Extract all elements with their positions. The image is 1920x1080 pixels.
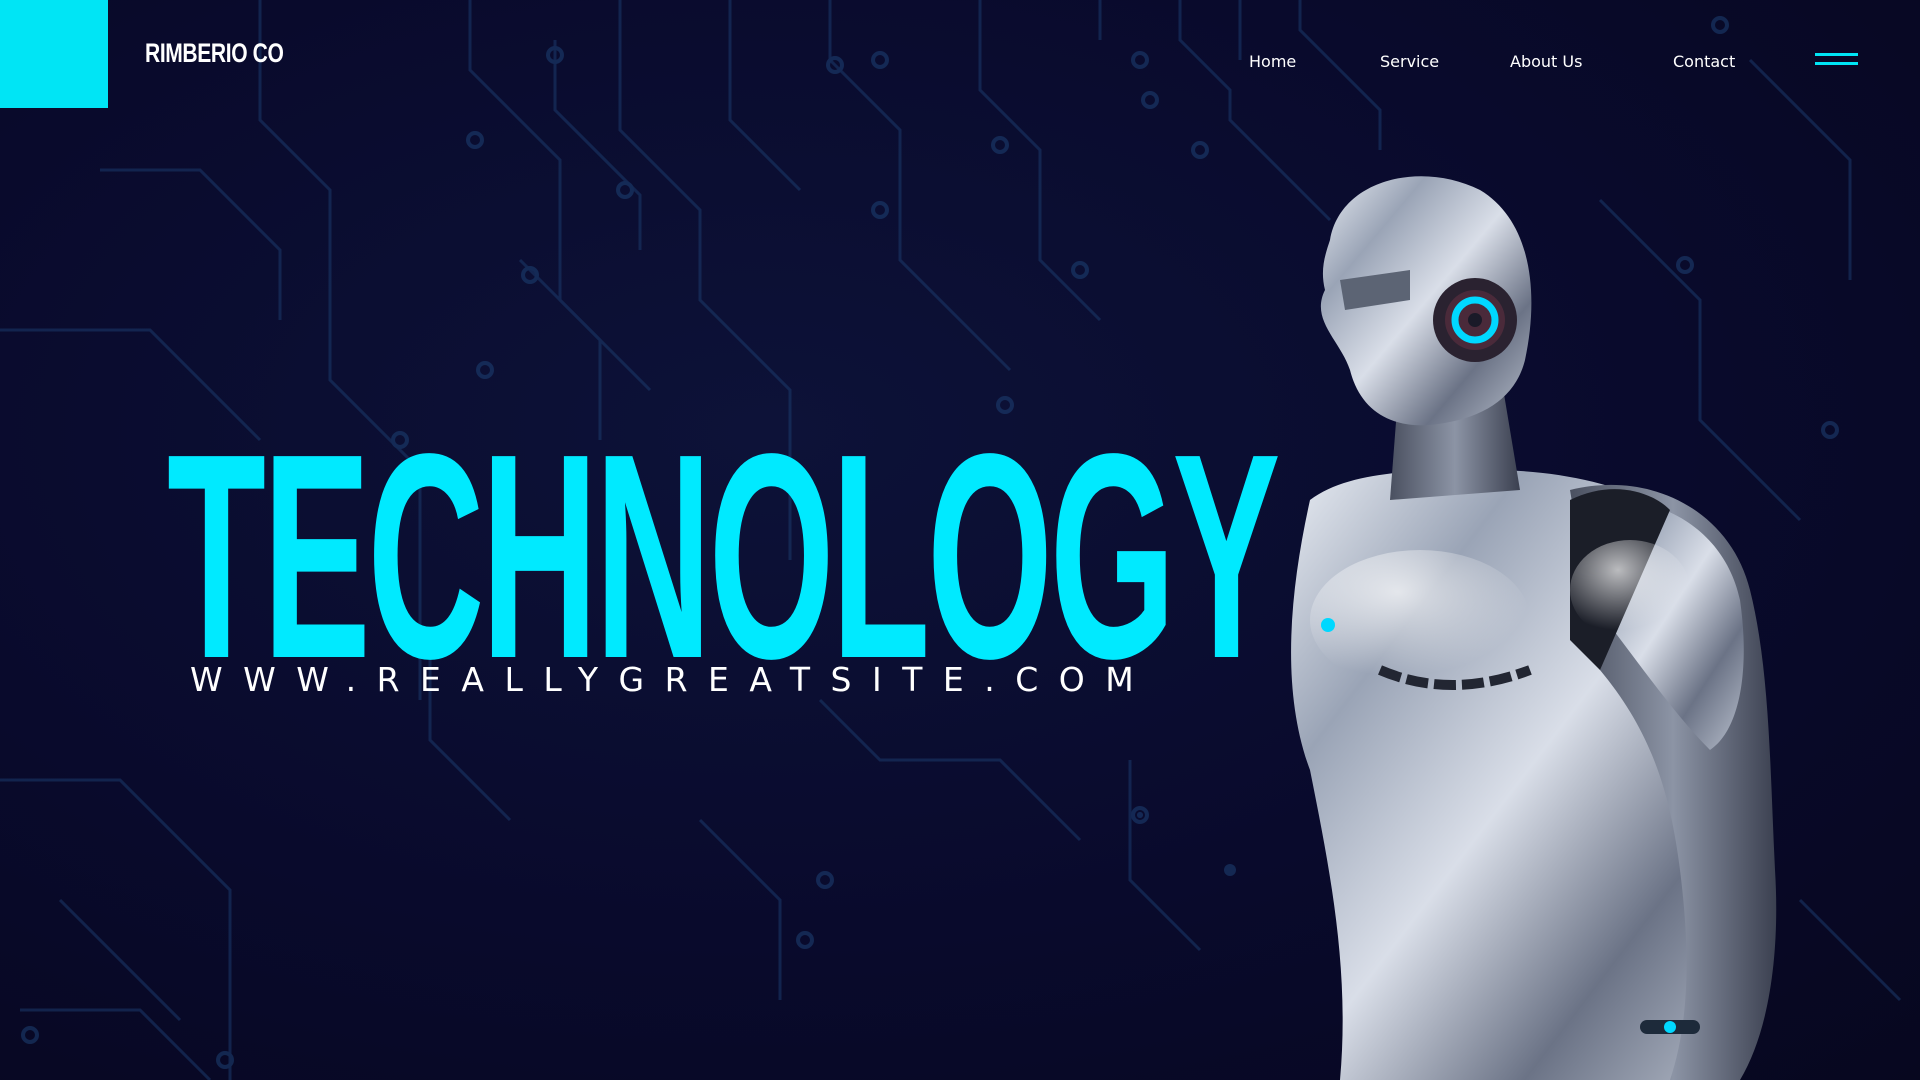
nav-item-home[interactable]: Home	[1249, 52, 1296, 71]
landing-page: RIMBERIO CO Home Service About Us Contac…	[0, 0, 1920, 1080]
site-url: WWW.REALLYGREATSITE.COM	[190, 660, 1155, 699]
robot-image	[1291, 176, 1777, 1080]
nav-item-about-us[interactable]: About Us	[1510, 52, 1582, 71]
main-nav: Home Service About Us Contact	[0, 52, 1920, 82]
nav-item-service[interactable]: Service	[1380, 52, 1439, 71]
hero-title: TECHNOLOGY	[167, 393, 1280, 719]
hamburger-menu-icon[interactable]	[1815, 53, 1858, 69]
nav-item-contact[interactable]: Contact	[1673, 52, 1735, 71]
